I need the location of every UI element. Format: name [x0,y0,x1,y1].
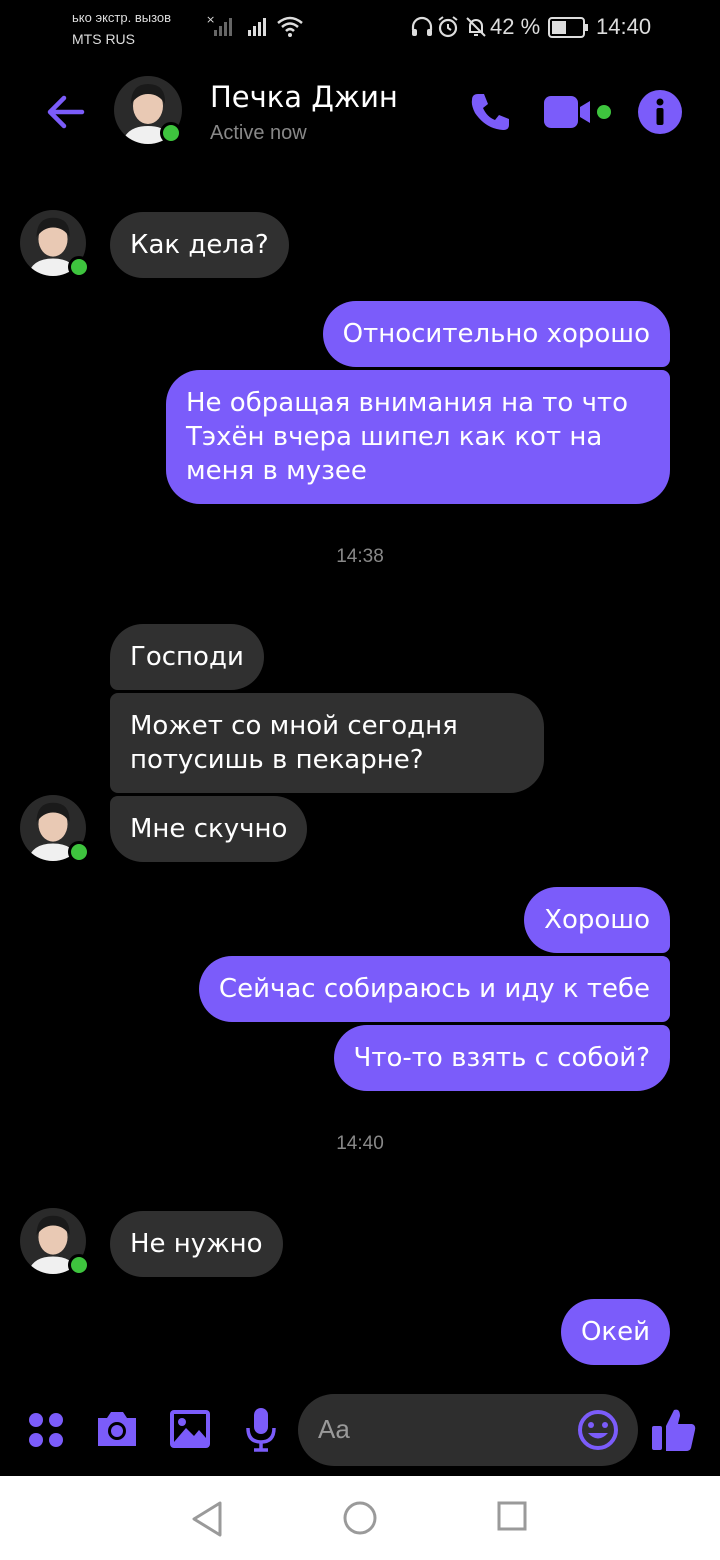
message-text: Господи [130,642,244,672]
outgoing-message[interactable]: Относительно хорошо [322,301,670,367]
notifications-off-icon [466,17,486,37]
contact-name[interactable]: Печка Джин [210,80,398,114]
message-text: Как дела? [130,230,269,260]
message-text: Не обращая внимания на то что [186,388,629,418]
incoming-message[interactable]: Может со мной сегодня потусишь в пекарне… [110,693,544,793]
clock: 14:40 [596,14,652,39]
message-composer: Aa [0,1392,720,1472]
carrier-text: ько экстр. вызов [72,10,172,25]
message-text: Хорошо [544,905,650,935]
online-indicator [68,1254,90,1276]
headphones-icon [411,16,433,36]
back-arrow-icon[interactable] [42,88,90,136]
microphone-icon[interactable] [244,1406,278,1454]
message-text: потусишь в пекарне? [130,745,424,775]
timestamp: 14:40 [336,1133,384,1154]
incoming-message[interactable]: Господи [110,624,264,690]
message-text: Мне скучно [130,814,288,844]
message-text: Что-то взять с собой? [353,1043,651,1073]
outgoing-message[interactable]: Окей [560,1299,670,1365]
phone-call-icon[interactable] [466,88,514,136]
system-navigation-bar [0,1476,720,1560]
message-text: Может со мной сегодня [130,711,458,741]
contact-status: Active now [210,122,307,144]
alarm-icon [438,16,458,38]
signal-strength-icon [248,18,266,36]
recents-square-icon[interactable] [496,1500,528,1532]
message-text: Окей [580,1317,650,1347]
chat-header: Печка Джин Active now [0,62,720,162]
outgoing-message[interactable]: Что-то взять с собой? [333,1025,670,1091]
signal-strength-icon: × [206,14,232,36]
message-text: Сейчас собираюсь и иду к тебе [218,974,650,1004]
message-input[interactable]: Aa [298,1394,638,1466]
apps-icon[interactable] [26,1410,66,1450]
status-bar: ько экстр. вызов MTS RUS × 42 % 14:40 [0,0,720,56]
online-indicator [68,841,90,863]
gallery-icon[interactable] [168,1408,212,1450]
message-text: Не нужно [130,1229,263,1259]
battery-percent: 42 % [490,14,541,39]
message-input-placeholder: Aa [318,1414,350,1444]
carrier-name: MTS RUS [72,31,135,47]
outgoing-message[interactable]: Сейчас собираюсь и иду к тебе [198,956,670,1022]
outgoing-message[interactable]: Не обращая внимания на то что Тэхён вчер… [166,370,670,504]
online-indicator [160,122,182,144]
thumbs-up-icon[interactable] [650,1404,698,1454]
camera-icon[interactable] [94,1408,140,1450]
incoming-message[interactable]: Не нужно [110,1211,283,1277]
wifi-icon [277,16,303,37]
battery-icon [548,17,588,38]
online-indicator [68,256,90,278]
incoming-message[interactable]: Мне скучно [110,796,308,862]
message-text: Относительно хорошо [342,319,650,349]
info-icon[interactable] [638,90,682,134]
home-circle-icon[interactable] [342,1500,378,1536]
emoji-icon[interactable] [576,1408,620,1452]
timestamp: 14:38 [336,546,384,567]
outgoing-message[interactable]: Хорошо [524,887,670,953]
svg-text:×: × [206,14,215,26]
incoming-message[interactable]: Как дела? [110,212,289,278]
back-triangle-icon[interactable] [190,1500,224,1538]
message-text: меня в музее [186,456,367,486]
message-text: Тэхён вчера шипел как кот на [186,422,603,452]
video-call-icon[interactable] [542,92,618,132]
